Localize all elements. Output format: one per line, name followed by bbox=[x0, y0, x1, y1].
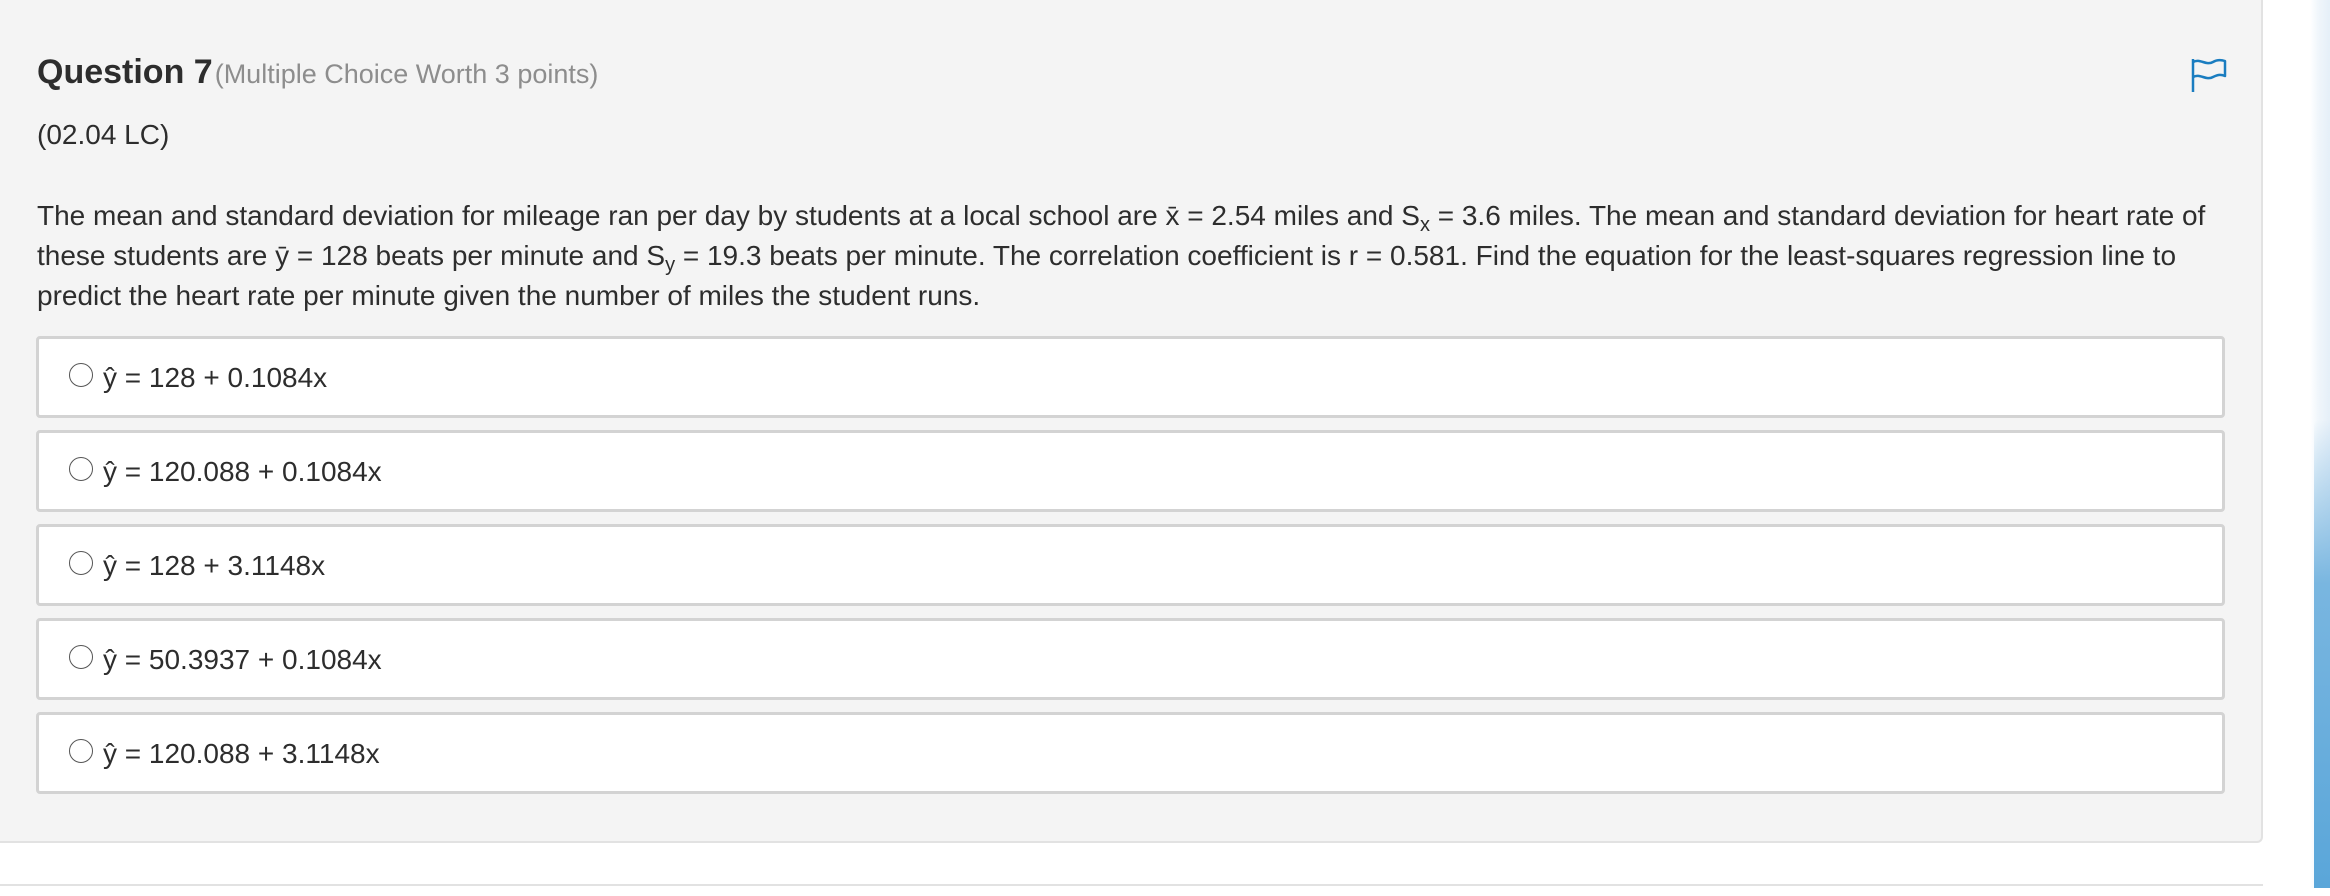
flag-button[interactable] bbox=[2190, 57, 2228, 93]
subscript-y: y bbox=[665, 254, 676, 276]
radio-unchecked-icon[interactable] bbox=[69, 457, 93, 481]
question-header: Question 7 (Multiple Choice Worth 3 poin… bbox=[37, 53, 598, 92]
radio-unchecked-icon[interactable] bbox=[69, 739, 93, 763]
question-meta: (Multiple Choice Worth 3 points) bbox=[214, 59, 599, 89]
radio-unchecked-icon[interactable] bbox=[69, 363, 93, 387]
answer-option[interactable]: ŷ = 120.088 + 0.1084x bbox=[36, 430, 2225, 512]
scrollbar-thumb[interactable] bbox=[2314, 420, 2330, 888]
flag-icon bbox=[2191, 58, 2227, 92]
answer-option-label: ŷ = 128 + 3.1148x bbox=[103, 550, 326, 581]
answer-option[interactable]: ŷ = 128 + 3.1148x bbox=[36, 524, 2225, 606]
next-question-card-edge bbox=[0, 884, 2263, 896]
answer-option-label: ŷ = 120.088 + 3.1148x bbox=[103, 738, 380, 769]
question-text: The mean and standard deviation for mile… bbox=[37, 196, 2237, 316]
answer-options: ŷ = 128 + 0.1084x ŷ = 120.088 + 0.1084x … bbox=[36, 336, 2225, 806]
answer-option[interactable]: ŷ = 120.088 + 3.1148x bbox=[36, 712, 2225, 794]
radio-unchecked-icon[interactable] bbox=[69, 645, 93, 669]
subscript-x: x bbox=[1419, 214, 1430, 236]
answer-option-label: ŷ = 50.3937 + 0.1084x bbox=[103, 644, 382, 675]
radio-unchecked-icon[interactable] bbox=[69, 551, 93, 575]
question-title: Question 7 bbox=[37, 53, 213, 91]
question-code: (02.04 LC) bbox=[37, 119, 170, 150]
answer-option[interactable]: ŷ = 128 + 0.1084x bbox=[36, 336, 2225, 418]
answer-option-label: ŷ = 128 + 0.1084x bbox=[103, 362, 328, 393]
question-text-part: The mean and standard deviation for mile… bbox=[37, 200, 1420, 231]
answer-option[interactable]: ŷ = 50.3937 + 0.1084x bbox=[36, 618, 2225, 700]
answer-option-label: ŷ = 120.088 + 0.1084x bbox=[103, 456, 382, 487]
question-panel: Question 7 (Multiple Choice Worth 3 poin… bbox=[0, 0, 2263, 843]
